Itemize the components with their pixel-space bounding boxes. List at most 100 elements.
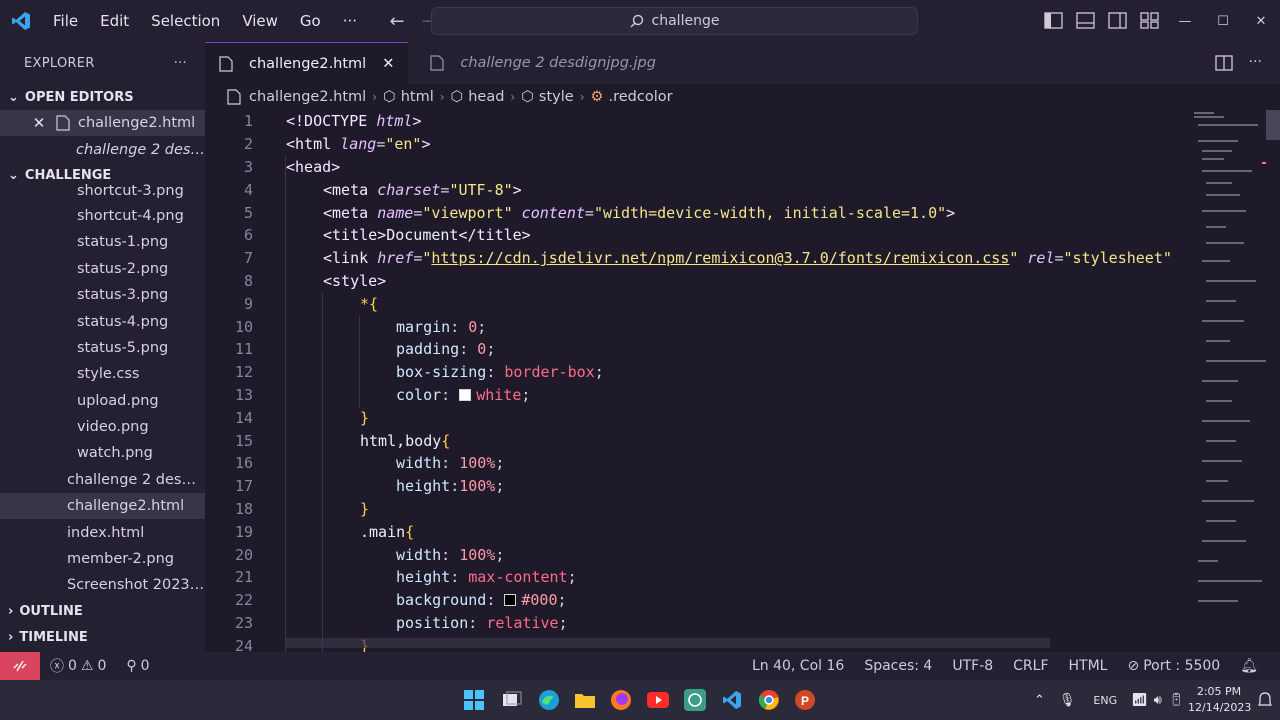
more-actions-icon[interactable]: ··· bbox=[1249, 54, 1262, 72]
customize-layout-icon[interactable] bbox=[1140, 11, 1159, 30]
color-swatch[interactable] bbox=[459, 388, 472, 401]
open-editor-item[interactable]: ✕ challenge2.html bbox=[0, 110, 205, 137]
menu-more[interactable]: ··· bbox=[332, 0, 368, 42]
back-arrow-icon[interactable]: ← bbox=[388, 11, 406, 32]
chatgpt-icon[interactable] bbox=[683, 688, 707, 712]
microphone-icon[interactable]: 🎙︎ bbox=[1059, 693, 1076, 708]
tree-file[interactable]: Screenshot 2023-... bbox=[0, 572, 205, 598]
menu-file[interactable]: File bbox=[42, 0, 89, 42]
menu-edit[interactable]: Edit bbox=[89, 0, 140, 42]
remote-indicator[interactable] bbox=[0, 652, 40, 680]
firefox-icon[interactable] bbox=[609, 688, 633, 712]
tab-challenge2-html[interactable]: challenge2.html ✕ bbox=[205, 42, 409, 84]
tab-challenge-2-design-jpg[interactable]: challenge 2 desdignjpg.jpg bbox=[408, 42, 670, 84]
file-explorer-icon[interactable] bbox=[573, 688, 597, 712]
indentation[interactable]: Spaces: 4 bbox=[854, 658, 942, 674]
split-editor-icon[interactable] bbox=[1214, 54, 1233, 72]
outline-section[interactable]: › OUTLINE bbox=[0, 599, 205, 625]
toggle-primary-sidebar-icon[interactable] bbox=[1044, 11, 1063, 30]
chevron-up-icon[interactable]: ⌃ bbox=[1034, 693, 1045, 708]
taskbar-clock[interactable]: 2:05 PM 12/14/2023 bbox=[1188, 684, 1251, 716]
code-line: 3 <head> bbox=[205, 156, 1190, 179]
tree-file[interactable]: member-2.png bbox=[0, 546, 205, 572]
task-view-icon[interactable] bbox=[500, 688, 524, 712]
breadcrumb-style[interactable]: ⬡ style bbox=[521, 89, 573, 105]
code-text: <html lang="en"> bbox=[286, 135, 431, 154]
problems-indicator[interactable]: ⓧ 0 ⚠ 0 bbox=[40, 656, 116, 676]
tree-file[interactable]: challenge 2 desdi... bbox=[0, 467, 205, 493]
language-mode[interactable]: HTML bbox=[1059, 658, 1118, 674]
tab-close-icon[interactable]: ✕ bbox=[382, 56, 394, 72]
menu-go[interactable]: Go bbox=[289, 0, 332, 42]
breadcrumb-redcolor[interactable]: ⚙ .redcolor bbox=[591, 89, 673, 105]
tree-file-label: style.css bbox=[77, 366, 140, 383]
input-language[interactable]: ENG bbox=[1093, 694, 1117, 707]
horizontal-scrollbar[interactable] bbox=[285, 638, 1050, 648]
menu-view[interactable]: View bbox=[231, 0, 289, 42]
minimize-icon[interactable]: — bbox=[1166, 0, 1204, 42]
line-number: 20 bbox=[234, 545, 253, 564]
tab-label: challenge2.html bbox=[249, 55, 367, 72]
edge-browser-icon[interactable] bbox=[537, 688, 561, 712]
no-entry-icon: ⊘ bbox=[1127, 658, 1140, 674]
code-text: width: 100%; bbox=[396, 545, 505, 564]
breadcrumb-separator: › bbox=[510, 90, 516, 104]
explorer-header: EXPLORER ··· bbox=[0, 42, 205, 84]
ports-indicator[interactable]: ⚲ 0 bbox=[116, 658, 159, 674]
command-center-search[interactable]: challenge bbox=[431, 7, 918, 35]
color-swatch[interactable] bbox=[504, 594, 517, 607]
tree-file[interactable]: status-5.png bbox=[0, 335, 205, 361]
explorer-more-icon[interactable]: ··· bbox=[174, 56, 187, 71]
open-editors-section[interactable]: ⌄ OPEN EDITORS bbox=[0, 84, 205, 110]
url-link[interactable]: https://cdn.jsdelivr.net/npm/remixicon@3… bbox=[431, 249, 1009, 267]
tree-file[interactable]: shortcut-4.png bbox=[0, 203, 205, 229]
youtube-icon[interactable] bbox=[646, 688, 670, 712]
toggle-secondary-sidebar-icon[interactable] bbox=[1108, 11, 1127, 30]
tree-file[interactable]: watch.png bbox=[0, 440, 205, 466]
tree-file[interactable]: shortcut-3.png bbox=[0, 179, 205, 203]
toggle-panel-icon[interactable] bbox=[1076, 11, 1095, 30]
open-editor-label: challenge2.html bbox=[78, 115, 196, 132]
breadcrumb-file[interactable]: challenge2.html bbox=[227, 89, 366, 105]
tree-file[interactable]: status-1.png bbox=[0, 229, 205, 255]
windows-start-icon[interactable] bbox=[462, 688, 486, 712]
open-editor-item[interactable]: challenge 2 desd... bbox=[0, 136, 205, 162]
timeline-section[interactable]: › TIMELINE bbox=[0, 625, 205, 651]
tab-label: challenge 2 desdignjpg.jpg bbox=[460, 55, 656, 71]
tree-file-selected[interactable]: challenge2.html bbox=[0, 493, 205, 520]
powerpoint-icon[interactable]: P bbox=[793, 688, 817, 712]
line-number: 6 bbox=[243, 226, 253, 245]
chrome-icon[interactable] bbox=[757, 688, 781, 712]
battery-icon[interactable]: 🔋︎ bbox=[1168, 693, 1185, 708]
notifications-bell-icon[interactable]: 🔔︎ bbox=[1230, 658, 1268, 674]
menu-bar: File Edit Selection View Go ··· bbox=[42, 0, 368, 42]
live-server-port[interactable]: ⊘ Port : 5500 bbox=[1117, 658, 1230, 674]
search-icon bbox=[630, 14, 643, 28]
tree-file[interactable]: video.png bbox=[0, 414, 205, 440]
minimap[interactable] bbox=[1190, 110, 1266, 652]
file-icon bbox=[430, 55, 444, 71]
encoding[interactable]: UTF-8 bbox=[942, 658, 1003, 674]
cursor-position[interactable]: Ln 40, Col 16 bbox=[742, 658, 854, 674]
maximize-icon[interactable]: ☐ bbox=[1204, 0, 1242, 42]
volume-icon[interactable]: 🔊︎ bbox=[1154, 693, 1162, 708]
vscode-taskbar-icon[interactable] bbox=[720, 688, 744, 712]
line-ending[interactable]: CRLF bbox=[1003, 658, 1058, 674]
tree-file[interactable]: status-2.png bbox=[0, 256, 205, 282]
tree-file-label: shortcut-3.png bbox=[77, 182, 184, 199]
tree-file[interactable]: index.html bbox=[0, 519, 205, 545]
tree-file[interactable]: status-3.png bbox=[0, 282, 205, 308]
close-window-icon[interactable]: ✕ bbox=[1242, 0, 1280, 42]
breadcrumb-html[interactable]: ⬡ html bbox=[383, 89, 434, 105]
wifi-icon[interactable]: 📶︎ bbox=[1131, 693, 1148, 708]
notification-center-icon[interactable] bbox=[1258, 692, 1272, 712]
code-editor[interactable]: 1 <!DOCTYPE html> 2 <html lang="en"> 3 <… bbox=[205, 110, 1190, 652]
menu-selection[interactable]: Selection bbox=[140, 0, 231, 42]
tree-file[interactable]: style.css bbox=[0, 361, 205, 387]
close-icon[interactable]: ✕ bbox=[32, 114, 46, 132]
breadcrumb-head[interactable]: ⬡ head bbox=[451, 89, 505, 105]
tree-file[interactable]: upload.png bbox=[0, 388, 205, 414]
tree-file[interactable]: status-4.png bbox=[0, 308, 205, 334]
vertical-scrollbar[interactable] bbox=[1266, 110, 1280, 140]
code-line: 18 } bbox=[205, 498, 1190, 521]
